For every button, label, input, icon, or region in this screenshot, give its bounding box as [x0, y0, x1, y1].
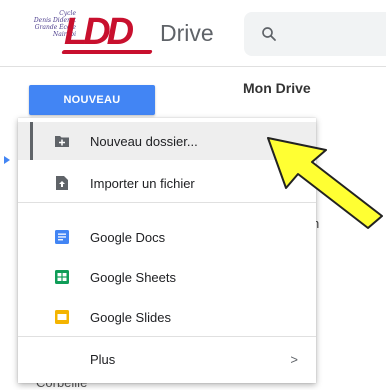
- menu-item-more[interactable]: Plus >: [18, 340, 316, 378]
- menu-item-google-slides[interactable]: Google Slides: [18, 298, 316, 336]
- folder-plus-icon: [55, 136, 69, 147]
- yellow-arrow-icon: [267, 137, 383, 229]
- app-name: Drive: [160, 20, 214, 46]
- page-title[interactable]: Mon Drive: [243, 80, 311, 96]
- menu-item-label: Google Slides: [90, 309, 171, 325]
- logo-mark: LDD: [64, 11, 134, 53]
- menu-item-label: Plus: [90, 351, 116, 367]
- menu-item-label: Google Sheets: [90, 269, 177, 285]
- ldd-logo[interactable]: Cycle Denis Diderot Grande École Nairobi…: [4, 6, 154, 60]
- google-docs-icon: [55, 230, 69, 244]
- new-button[interactable]: NOUVEAU: [29, 85, 155, 115]
- top-bar: Cycle Denis Diderot Grande École Nairobi…: [0, 0, 386, 66]
- menu-item-label: Importer un fichier: [90, 175, 195, 191]
- menu-item-google-sheets[interactable]: Google Sheets: [18, 258, 316, 296]
- active-indicator: [30, 122, 33, 160]
- google-slides-icon: [55, 310, 69, 324]
- menu-item-label: Nouveau dossier...: [90, 133, 198, 149]
- google-sheets-icon: [55, 270, 69, 284]
- search-icon[interactable]: [260, 25, 278, 43]
- logo-underline: [61, 50, 153, 54]
- expand-arrow-icon[interactable]: [4, 156, 10, 164]
- menu-divider: [18, 336, 316, 337]
- file-upload-icon: [56, 176, 68, 190]
- chevron-right-icon: >: [290, 351, 298, 367]
- menu-item-label: Google Docs: [90, 229, 166, 245]
